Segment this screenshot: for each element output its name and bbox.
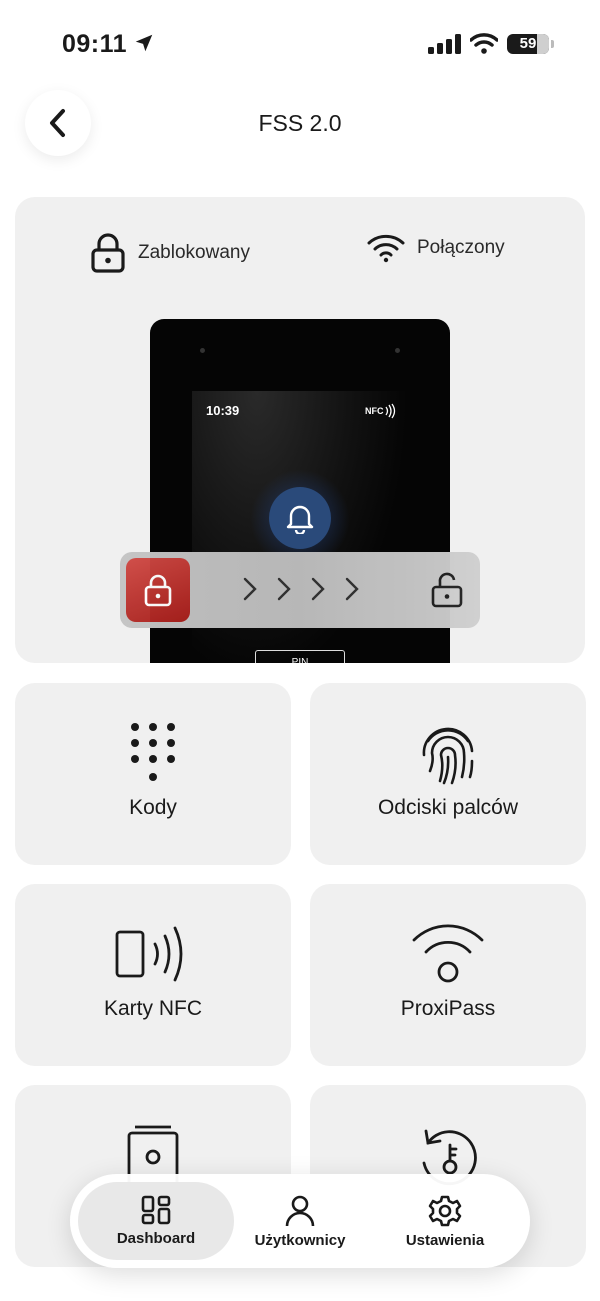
tile-fingerprints-label: Odciski palców: [377, 796, 519, 819]
bell-icon: [286, 505, 314, 534]
lock-status-card: Zablokowany Połączony 10:39 NFC PIN: [15, 197, 585, 663]
tile-fingerprints[interactable]: Odciski palców: [310, 683, 586, 865]
nav-dashboard-label: Dashboard: [116, 1230, 196, 1247]
fingerprint-icon: [422, 727, 474, 785]
cellular-signal-icon: [428, 34, 461, 54]
unlock-slider[interactable]: [120, 552, 480, 628]
battery-indicator: 59: [507, 34, 554, 54]
tile-codes[interactable]: Kody: [15, 683, 291, 865]
user-icon: [285, 1195, 315, 1227]
device-sensor-right: [395, 348, 400, 353]
tile-proxipass-label: ProxiPass: [400, 997, 496, 1020]
nav-dashboard[interactable]: Dashboard: [78, 1182, 234, 1260]
location-arrow-icon: [135, 34, 153, 52]
chevron-right-icon: [311, 577, 325, 601]
status-bar: 09:11 59: [0, 0, 600, 90]
nav-users[interactable]: Użytkownicy: [230, 1182, 370, 1260]
status-time: 09:11: [62, 30, 128, 58]
nav-users-label: Użytkownicy: [254, 1232, 346, 1249]
tile-nfc-cards[interactable]: Karty NFC: [15, 884, 291, 1066]
unlock-icon: [431, 572, 463, 608]
proxipass-icon: [412, 924, 484, 983]
wifi-icon: [367, 234, 405, 263]
dashboard-grid-icon: [141, 1195, 171, 1225]
nfc-card-icon: [115, 926, 183, 982]
device-nfc-icon: [385, 403, 396, 419]
chevron-right-icon: [277, 577, 291, 601]
gear-icon: [428, 1195, 462, 1227]
page-title: FSS 2.0: [258, 110, 342, 136]
lock-icon: [91, 233, 125, 273]
device-screen-time: 10:39: [206, 403, 240, 418]
slide-chevrons: [240, 574, 362, 604]
tile-proxipass[interactable]: ProxiPass: [310, 884, 586, 1066]
connection-status-label: Połączony: [417, 237, 505, 258]
keypad-icon: [131, 723, 175, 781]
nav-settings[interactable]: Ustawienia: [370, 1182, 520, 1260]
device-pin-button: PIN: [255, 650, 345, 663]
lock-status-label: Zablokowany: [138, 242, 250, 263]
connection-status: Połączony: [367, 233, 505, 263]
device-nfc-label: NFC: [365, 406, 384, 416]
device-sensor-left: [200, 348, 205, 353]
doorbell-button[interactable]: [269, 487, 331, 549]
status-wifi-icon: [470, 33, 498, 54]
tile-nfc-cards-label: Karty NFC: [103, 997, 202, 1020]
chevron-right-icon: [345, 577, 359, 601]
lock-status: Zablokowany: [90, 233, 250, 273]
slider-lock-icon: [144, 574, 172, 607]
bottom-navigation: Dashboard Użytkownicy Ustawienia: [70, 1174, 530, 1268]
chevron-right-icon: [243, 577, 257, 601]
battery-level: 59: [519, 35, 537, 52]
tile-codes-label: Kody: [129, 796, 177, 819]
unlock-slider-handle[interactable]: [126, 558, 190, 622]
nav-settings-label: Ustawienia: [405, 1232, 485, 1249]
